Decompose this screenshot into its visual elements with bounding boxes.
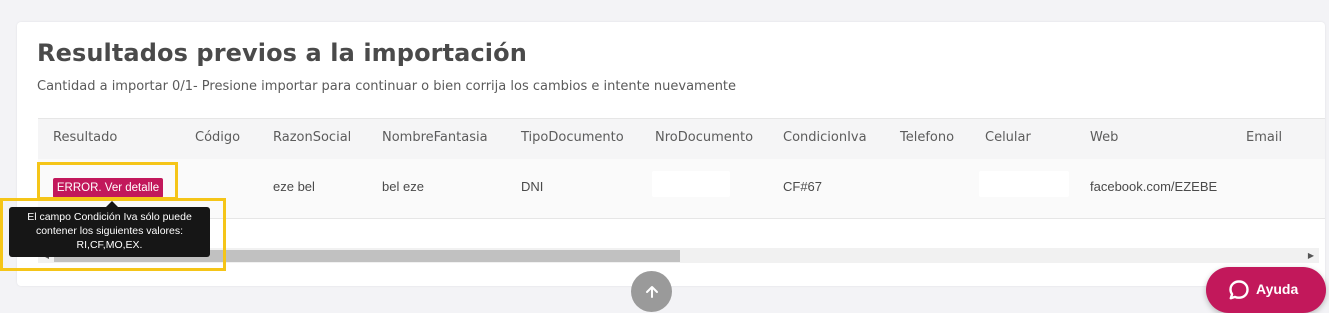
- table-header: Resultado Código RazonSocial NombreFanta…: [38, 118, 1325, 160]
- column-header-resultado: Resultado: [53, 130, 118, 145]
- chat-bubble-icon: [1229, 280, 1249, 300]
- table-row: ERROR. Ver detalle eze bel bel eze DNI C…: [38, 159, 1325, 219]
- tooltip-line: El campo Condición Iva sólo puede: [27, 211, 192, 223]
- arrow-up-icon: [645, 285, 658, 298]
- column-header-telefono: Telefono: [900, 130, 955, 145]
- column-header-razonsocial: RazonSocial: [273, 130, 352, 145]
- column-header-email: Email: [1246, 130, 1283, 145]
- cell-nrodocumento-redacted: [652, 171, 730, 197]
- cell-condicioniva: CF#67: [783, 179, 823, 194]
- triangle-right-icon[interactable]: ▶: [1304, 248, 1318, 263]
- page-subtitle: Cantidad a importar 0/1- Presione import…: [37, 79, 737, 94]
- page-title: Resultados previos a la importación: [37, 39, 527, 67]
- cell-razonsocial: eze bel: [273, 179, 315, 194]
- scroll-to-top-button[interactable]: [631, 271, 672, 312]
- tooltip-line: RI,CF,MO,EX.: [76, 239, 143, 251]
- error-tooltip: El campo Condición Iva sólo puede conten…: [9, 201, 210, 257]
- column-header-web: Web: [1090, 130, 1119, 145]
- tooltip-line: contener los siguientes valores:: [35, 225, 184, 237]
- horizontal-scrollbar[interactable]: ◀ ▶: [38, 248, 1319, 263]
- column-header-nrodocumento: NroDocumento: [655, 130, 754, 145]
- help-button[interactable]: Ayuda: [1206, 267, 1326, 313]
- column-header-codigo: Código: [195, 130, 241, 145]
- cell-web: facebook.com/EZEBE: [1090, 179, 1218, 194]
- column-header-celular: Celular: [985, 130, 1031, 145]
- cell-nombrefantasia: bel eze: [382, 179, 424, 194]
- help-button-label: Ayuda: [1256, 281, 1299, 297]
- column-header-tipodocumento: TipoDocumento: [521, 130, 624, 145]
- column-header-nombrefantasia: NombreFantasia: [382, 130, 488, 145]
- cell-tipodocumento: DNI: [521, 179, 544, 194]
- column-header-condicioniva: CondicionIva: [783, 130, 867, 145]
- cell-celular-redacted: [979, 171, 1069, 197]
- highlight-box-error-button: [37, 162, 178, 200]
